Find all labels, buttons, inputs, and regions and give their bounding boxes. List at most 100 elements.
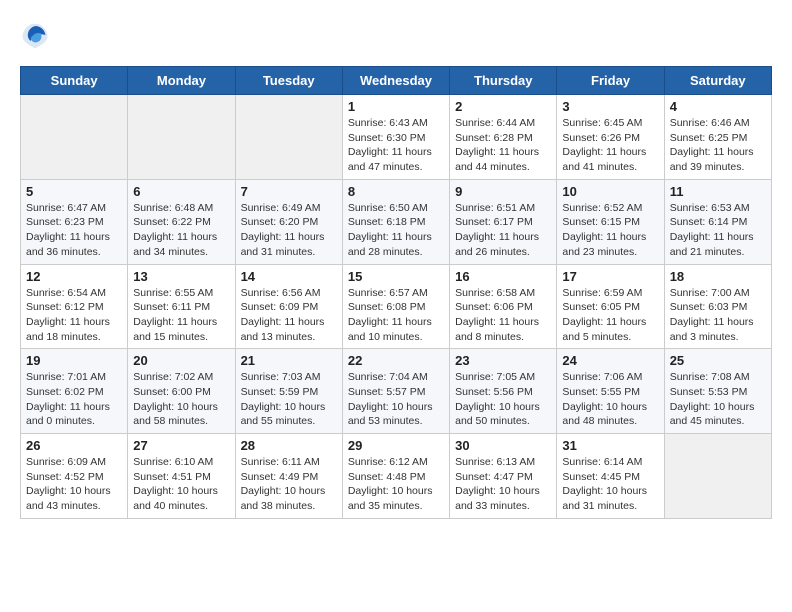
calendar-cell: 8Sunrise: 6:50 AM Sunset: 6:18 PM Daylig…	[342, 179, 449, 264]
day-number: 29	[348, 438, 444, 453]
day-info: Sunrise: 6:10 AM Sunset: 4:51 PM Dayligh…	[133, 455, 229, 514]
logo	[20, 20, 54, 50]
day-number: 4	[670, 99, 766, 114]
day-number: 24	[562, 353, 658, 368]
calendar-cell: 9 Sunrise: 6:51 AM Sunset: 6:17 PM Daylig…	[450, 179, 557, 264]
weekday-header-cell: Thursday	[450, 67, 557, 95]
day-info: Sunrise: 6:48 AM Sunset: 6:22 PM Dayligh…	[133, 201, 229, 260]
day-info: Sunrise: 6:09 AM Sunset: 4:52 PM Dayligh…	[26, 455, 122, 514]
day-info: Sunrise: 7:08 AM Sunset: 5:53 PM Dayligh…	[670, 370, 766, 429]
calendar-table: SundayMondayTuesdayWednesdayThursdayFrid…	[20, 66, 772, 519]
day-info: Sunrise: 7:04 AM Sunset: 5:57 PM Dayligh…	[348, 370, 444, 429]
day-info: Sunrise: 7:06 AM Sunset: 5:55 PM Dayligh…	[562, 370, 658, 429]
calendar-week-row: 5 Sunrise: 6:47 AM Sunset: 6:23 PM Daylig…	[21, 179, 772, 264]
calendar-cell: 3 Sunrise: 6:45 AM Sunset: 6:26 PM Daylig…	[557, 95, 664, 180]
day-info: Sunrise: 7:02 AM Sunset: 6:00 PM Dayligh…	[133, 370, 229, 429]
calendar-cell: 30Sunrise: 6:13 AM Sunset: 4:47 PM Dayli…	[450, 434, 557, 519]
calendar-cell: 27 Sunrise: 6:10 AM Sunset: 4:51 PM Dayli…	[128, 434, 235, 519]
day-info: Sunrise: 7:03 AM Sunset: 5:59 PM Dayligh…	[241, 370, 337, 429]
calendar-cell: 5 Sunrise: 6:47 AM Sunset: 6:23 PM Daylig…	[21, 179, 128, 264]
day-info: Sunrise: 6:11 AM Sunset: 4:49 PM Dayligh…	[241, 455, 337, 514]
calendar-cell: 31 Sunrise: 6:14 AM Sunset: 4:45 PM Dayli…	[557, 434, 664, 519]
day-number: 16	[455, 269, 551, 284]
day-info: Sunrise: 6:47 AM Sunset: 6:23 PM Dayligh…	[26, 201, 122, 260]
day-info: Sunrise: 6:50 AM Sunset: 6:18 PM Dayligh…	[348, 201, 444, 260]
day-number: 14	[241, 269, 337, 284]
calendar-cell	[664, 434, 771, 519]
day-info: Sunrise: 6:53 AM Sunset: 6:14 PM Dayligh…	[670, 201, 766, 260]
calendar-body: 1Sunrise: 6:43 AM Sunset: 6:30 PM Daylig…	[21, 95, 772, 519]
day-info: Sunrise: 6:14 AM Sunset: 4:45 PM Dayligh…	[562, 455, 658, 514]
calendar-cell: 7 Sunrise: 6:49 AM Sunset: 6:20 PM Daylig…	[235, 179, 342, 264]
day-info: Sunrise: 6:52 AM Sunset: 6:15 PM Dayligh…	[562, 201, 658, 260]
day-number: 30	[455, 438, 551, 453]
calendar-cell: 11Sunrise: 6:53 AM Sunset: 6:14 PM Dayli…	[664, 179, 771, 264]
weekday-header-cell: Wednesday	[342, 67, 449, 95]
calendar-cell: 17Sunrise: 6:59 AM Sunset: 6:05 PM Dayli…	[557, 264, 664, 349]
calendar-cell: 12 Sunrise: 6:54 AM Sunset: 6:12 PM Dayli…	[21, 264, 128, 349]
calendar-cell: 13 Sunrise: 6:55 AM Sunset: 6:11 PM Dayli…	[128, 264, 235, 349]
calendar-cell: 6 Sunrise: 6:48 AM Sunset: 6:22 PM Daylig…	[128, 179, 235, 264]
day-info: Sunrise: 7:00 AM Sunset: 6:03 PM Dayligh…	[670, 286, 766, 345]
day-number: 22	[348, 353, 444, 368]
day-info: Sunrise: 6:59 AM Sunset: 6:05 PM Dayligh…	[562, 286, 658, 345]
calendar-cell: 23 Sunrise: 7:05 AM Sunset: 5:56 PM Dayli…	[450, 349, 557, 434]
weekday-header-cell: Tuesday	[235, 67, 342, 95]
day-number: 21	[241, 353, 337, 368]
day-number: 26	[26, 438, 122, 453]
calendar-cell: 29 Sunrise: 6:12 AM Sunset: 4:48 PM Dayli…	[342, 434, 449, 519]
day-number: 23	[455, 353, 551, 368]
day-number: 6	[133, 184, 229, 199]
weekday-header-cell: Saturday	[664, 67, 771, 95]
calendar-cell: 2 Sunrise: 6:44 AM Sunset: 6:28 PM Daylig…	[450, 95, 557, 180]
day-info: Sunrise: 6:43 AM Sunset: 6:30 PM Dayligh…	[348, 116, 444, 175]
day-info: Sunrise: 6:12 AM Sunset: 4:48 PM Dayligh…	[348, 455, 444, 514]
calendar-cell: 16Sunrise: 6:58 AM Sunset: 6:06 PM Dayli…	[450, 264, 557, 349]
day-info: Sunrise: 6:44 AM Sunset: 6:28 PM Dayligh…	[455, 116, 551, 175]
calendar-cell: 1Sunrise: 6:43 AM Sunset: 6:30 PM Daylig…	[342, 95, 449, 180]
day-info: Sunrise: 6:57 AM Sunset: 6:08 PM Dayligh…	[348, 286, 444, 345]
weekday-header-row: SundayMondayTuesdayWednesdayThursdayFrid…	[21, 67, 772, 95]
weekday-header-cell: Sunday	[21, 67, 128, 95]
weekday-header-cell: Monday	[128, 67, 235, 95]
day-number: 28	[241, 438, 337, 453]
day-number: 13	[133, 269, 229, 284]
calendar-cell	[235, 95, 342, 180]
day-number: 20	[133, 353, 229, 368]
calendar-cell: 14 Sunrise: 6:56 AM Sunset: 6:09 PM Dayli…	[235, 264, 342, 349]
day-info: Sunrise: 6:45 AM Sunset: 6:26 PM Dayligh…	[562, 116, 658, 175]
day-number: 31	[562, 438, 658, 453]
day-info: Sunrise: 6:56 AM Sunset: 6:09 PM Dayligh…	[241, 286, 337, 345]
day-info: Sunrise: 6:51 AM Sunset: 6:17 PM Dayligh…	[455, 201, 551, 260]
calendar-week-row: 12 Sunrise: 6:54 AM Sunset: 6:12 PM Dayli…	[21, 264, 772, 349]
calendar-cell: 25Sunrise: 7:08 AM Sunset: 5:53 PM Dayli…	[664, 349, 771, 434]
day-info: Sunrise: 6:55 AM Sunset: 6:11 PM Dayligh…	[133, 286, 229, 345]
day-number: 5	[26, 184, 122, 199]
day-number: 18	[670, 269, 766, 284]
calendar-cell: 15 Sunrise: 6:57 AM Sunset: 6:08 PM Dayli…	[342, 264, 449, 349]
day-info: Sunrise: 6:54 AM Sunset: 6:12 PM Dayligh…	[26, 286, 122, 345]
day-number: 27	[133, 438, 229, 453]
day-info: Sunrise: 6:49 AM Sunset: 6:20 PM Dayligh…	[241, 201, 337, 260]
calendar-cell: 24 Sunrise: 7:06 AM Sunset: 5:55 PM Dayli…	[557, 349, 664, 434]
day-number: 3	[562, 99, 658, 114]
calendar-week-row: 1Sunrise: 6:43 AM Sunset: 6:30 PM Daylig…	[21, 95, 772, 180]
weekday-header-cell: Friday	[557, 67, 664, 95]
calendar-cell: 22 Sunrise: 7:04 AM Sunset: 5:57 PM Dayli…	[342, 349, 449, 434]
day-info: Sunrise: 7:05 AM Sunset: 5:56 PM Dayligh…	[455, 370, 551, 429]
day-number: 19	[26, 353, 122, 368]
day-number: 10	[562, 184, 658, 199]
day-number: 7	[241, 184, 337, 199]
day-number: 12	[26, 269, 122, 284]
calendar-cell: 19Sunrise: 7:01 AM Sunset: 6:02 PM Dayli…	[21, 349, 128, 434]
day-number: 15	[348, 269, 444, 284]
day-info: Sunrise: 6:46 AM Sunset: 6:25 PM Dayligh…	[670, 116, 766, 175]
calendar-week-row: 26 Sunrise: 6:09 AM Sunset: 4:52 PM Dayli…	[21, 434, 772, 519]
calendar-cell: 20 Sunrise: 7:02 AM Sunset: 6:00 PM Dayli…	[128, 349, 235, 434]
day-number: 9	[455, 184, 551, 199]
calendar-cell: 4 Sunrise: 6:46 AM Sunset: 6:25 PM Daylig…	[664, 95, 771, 180]
page-header	[20, 20, 772, 50]
calendar-week-row: 19Sunrise: 7:01 AM Sunset: 6:02 PM Dayli…	[21, 349, 772, 434]
day-number: 2	[455, 99, 551, 114]
calendar-cell: 18 Sunrise: 7:00 AM Sunset: 6:03 PM Dayli…	[664, 264, 771, 349]
